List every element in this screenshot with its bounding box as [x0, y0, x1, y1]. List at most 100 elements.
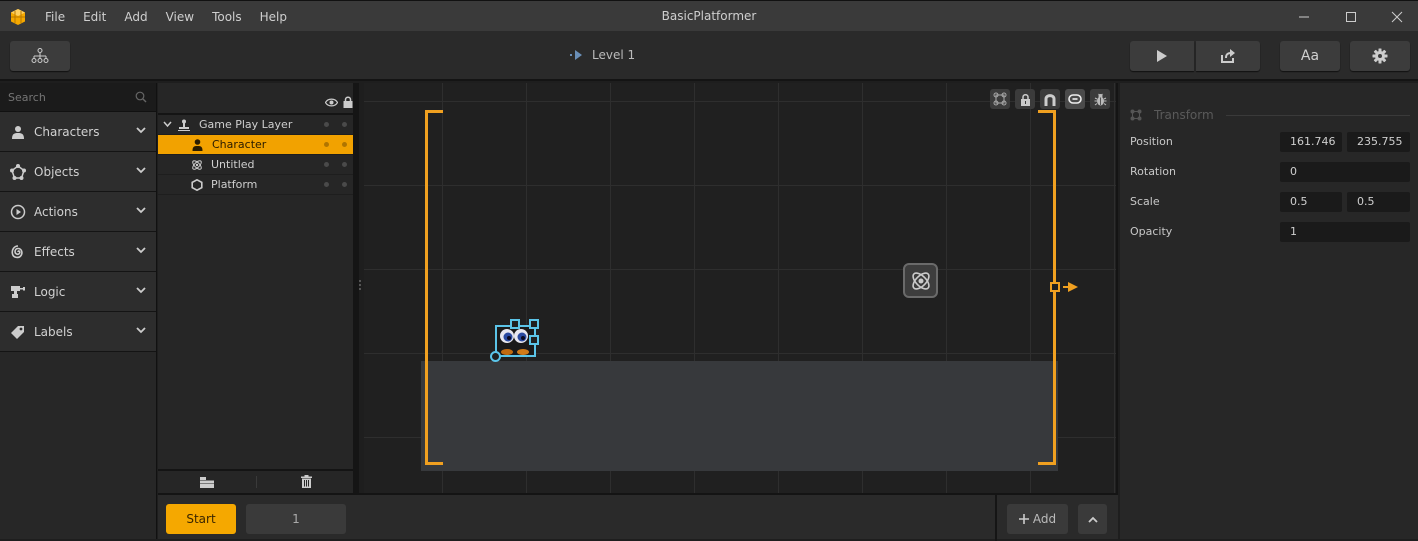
debug-tool-button[interactable] [1090, 89, 1110, 109]
menu-file[interactable]: File [36, 10, 74, 24]
visibility-dot[interactable] [324, 142, 329, 147]
font-button[interactable]: Aa [1280, 41, 1340, 71]
position-y-field[interactable]: 235.755 [1347, 132, 1410, 152]
link-tool-button[interactable] [1065, 89, 1085, 109]
bug-icon [1094, 93, 1106, 105]
layers-footer [158, 469, 353, 493]
gear-icon [1372, 48, 1388, 64]
level-selector[interactable]: Level 1 [570, 48, 635, 62]
layer-item-untitled[interactable]: Untitled [158, 155, 353, 175]
play-button[interactable] [1130, 41, 1194, 71]
layer-item-platform[interactable]: Platform [158, 175, 353, 195]
rotation-pivot-handle[interactable] [490, 351, 501, 362]
category-objects[interactable]: Objects [0, 152, 156, 192]
settings-button[interactable] [1350, 41, 1410, 71]
chevron-down-icon [136, 247, 146, 254]
scale-row: Scale 0.5 0.5 [1130, 192, 1412, 212]
eye-icon[interactable] [325, 98, 338, 107]
layers-panel: Game Play Layer Character Untitled Platf… [158, 83, 359, 493]
share-icon [1221, 49, 1235, 63]
search-box [0, 83, 156, 112]
layer-item-name: Platform [211, 178, 258, 191]
minimize-button[interactable] [1284, 1, 1324, 32]
scale-y-field[interactable]: 0.5 [1347, 192, 1410, 212]
rotation-field[interactable]: 0 [1280, 162, 1410, 182]
opacity-field[interactable]: 1 [1280, 222, 1410, 242]
category-characters[interactable]: Characters [0, 112, 156, 152]
layer-name: Game Play Layer [199, 118, 293, 131]
panel-resize-handle[interactable] [359, 278, 362, 298]
category-labels[interactable]: Labels [0, 312, 156, 352]
transform-section-header[interactable]: Transform [1130, 108, 1410, 122]
library-panel: Characters Objects Actions Effects Logic… [0, 83, 157, 539]
add-button[interactable]: Add [1007, 504, 1068, 534]
frame-field[interactable]: 1 [246, 504, 346, 534]
search-icon[interactable] [135, 91, 147, 103]
scale-x-field[interactable]: 0.5 [1280, 192, 1342, 212]
position-x-field[interactable]: 161.746 [1280, 132, 1342, 152]
atom-icon [911, 271, 930, 290]
menu-help[interactable]: Help [251, 10, 296, 24]
timeline-bar: Start 1 Add [158, 493, 1118, 541]
logic-icon [11, 285, 25, 298]
minimize-icon [1299, 16, 1309, 17]
chevron-down-icon[interactable] [163, 121, 172, 128]
position-label: Position [1130, 135, 1173, 148]
menu-view[interactable]: View [157, 10, 203, 24]
search-input[interactable] [0, 83, 125, 112]
selection-handle-top[interactable] [510, 319, 520, 329]
snap-tool-button[interactable] [1040, 89, 1060, 109]
layer-item-character[interactable]: Character [158, 135, 353, 155]
untitled-object[interactable] [903, 263, 938, 298]
expand-up-button[interactable] [1078, 504, 1107, 534]
menu-add[interactable]: Add [115, 10, 156, 24]
scene-extend-arrow-icon[interactable] [1063, 281, 1079, 293]
inspector-panel: Transform Position 161.746 235.755 Rotat… [1120, 83, 1418, 539]
scene-hierarchy-button[interactable] [10, 41, 70, 71]
share-button[interactable] [1196, 41, 1260, 71]
hierarchy-icon [31, 48, 49, 63]
lock-dot[interactable] [342, 122, 347, 127]
lock-tool-button[interactable] [1015, 89, 1035, 109]
category-actions[interactable]: Actions [0, 192, 156, 232]
menu-edit[interactable]: Edit [74, 10, 115, 24]
folder-icon[interactable] [200, 477, 214, 488]
layer-item-name: Character [212, 138, 267, 151]
category-label: Effects [34, 244, 75, 259]
layer-group-row[interactable]: Game Play Layer [158, 115, 353, 135]
visibility-dot[interactable] [324, 162, 329, 167]
menu-tools[interactable]: Tools [203, 10, 251, 24]
category-label: Actions [34, 204, 78, 219]
scene-canvas[interactable] [364, 83, 1118, 493]
hexagon-icon [191, 178, 203, 191]
platform-object[interactable] [421, 361, 1058, 471]
atom-icon [192, 159, 202, 170]
lock-dot[interactable] [342, 162, 347, 167]
category-effects[interactable]: Effects [0, 232, 156, 272]
scene-resize-handle[interactable] [1050, 282, 1060, 292]
transform-tool-button[interactable] [990, 89, 1010, 109]
selection-handle-corner[interactable] [529, 319, 539, 329]
visibility-dot[interactable] [324, 182, 329, 187]
app-logo-icon [11, 9, 25, 25]
selection-handle-right[interactable] [529, 335, 539, 345]
section-rule [1225, 114, 1410, 116]
close-button[interactable] [1377, 1, 1417, 32]
start-button[interactable]: Start [166, 504, 236, 534]
rotation-row: Rotation 0 [1130, 162, 1412, 182]
add-label: Add [1032, 512, 1057, 526]
lock-icon[interactable] [343, 96, 353, 108]
chevron-down-icon [136, 327, 146, 334]
lock-dot[interactable] [342, 142, 347, 147]
trash-icon[interactable] [301, 475, 312, 488]
maximize-button[interactable] [1331, 1, 1371, 32]
lock-dot[interactable] [342, 182, 347, 187]
layer-item-name: Untitled [211, 158, 255, 171]
category-label: Objects [34, 164, 80, 179]
scale-label: Scale [1130, 195, 1160, 208]
play-circle-icon [10, 204, 26, 219]
category-logic[interactable]: Logic [0, 272, 156, 312]
title-bar: File Edit Add View Tools Help BasicPlatf… [0, 0, 1418, 31]
visibility-dot[interactable] [324, 122, 329, 127]
canvas-toolbar [990, 89, 1110, 109]
